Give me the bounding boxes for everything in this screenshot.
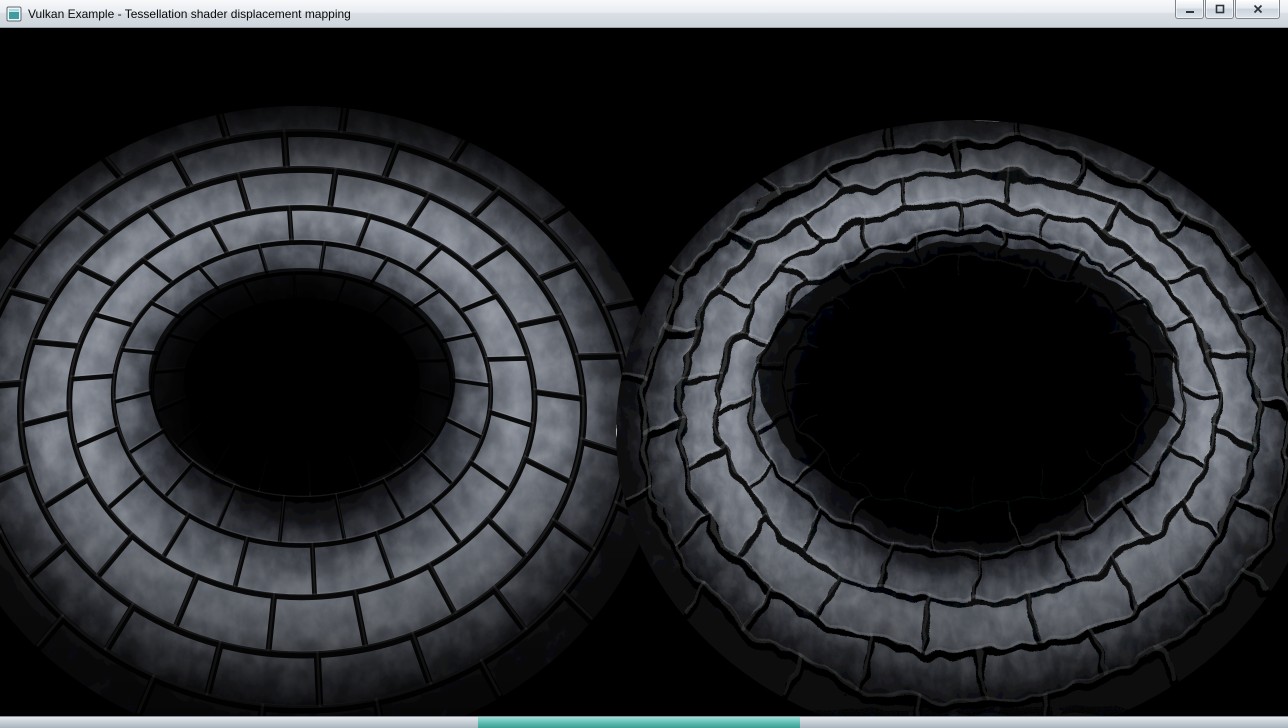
- app-window: Vulkan Example - Tessellation shader dis…: [0, 0, 1288, 728]
- window-bottom-frame: [0, 716, 1288, 728]
- app-icon: [6, 6, 22, 22]
- titlebar[interactable]: Vulkan Example - Tessellation shader dis…: [0, 0, 1288, 28]
- maximize-button[interactable]: [1205, 0, 1234, 19]
- minimize-icon: [1184, 3, 1196, 15]
- window-controls: [1174, 0, 1280, 19]
- close-icon: [1252, 3, 1264, 15]
- render-viewport[interactable]: [0, 28, 1288, 716]
- scene-render[interactable]: [0, 28, 1288, 716]
- glass-reflection: [478, 717, 800, 728]
- close-button[interactable]: [1235, 0, 1280, 19]
- minimize-button[interactable]: [1175, 0, 1204, 19]
- window-title: Vulkan Example - Tessellation shader dis…: [28, 7, 351, 21]
- maximize-icon: [1214, 3, 1226, 15]
